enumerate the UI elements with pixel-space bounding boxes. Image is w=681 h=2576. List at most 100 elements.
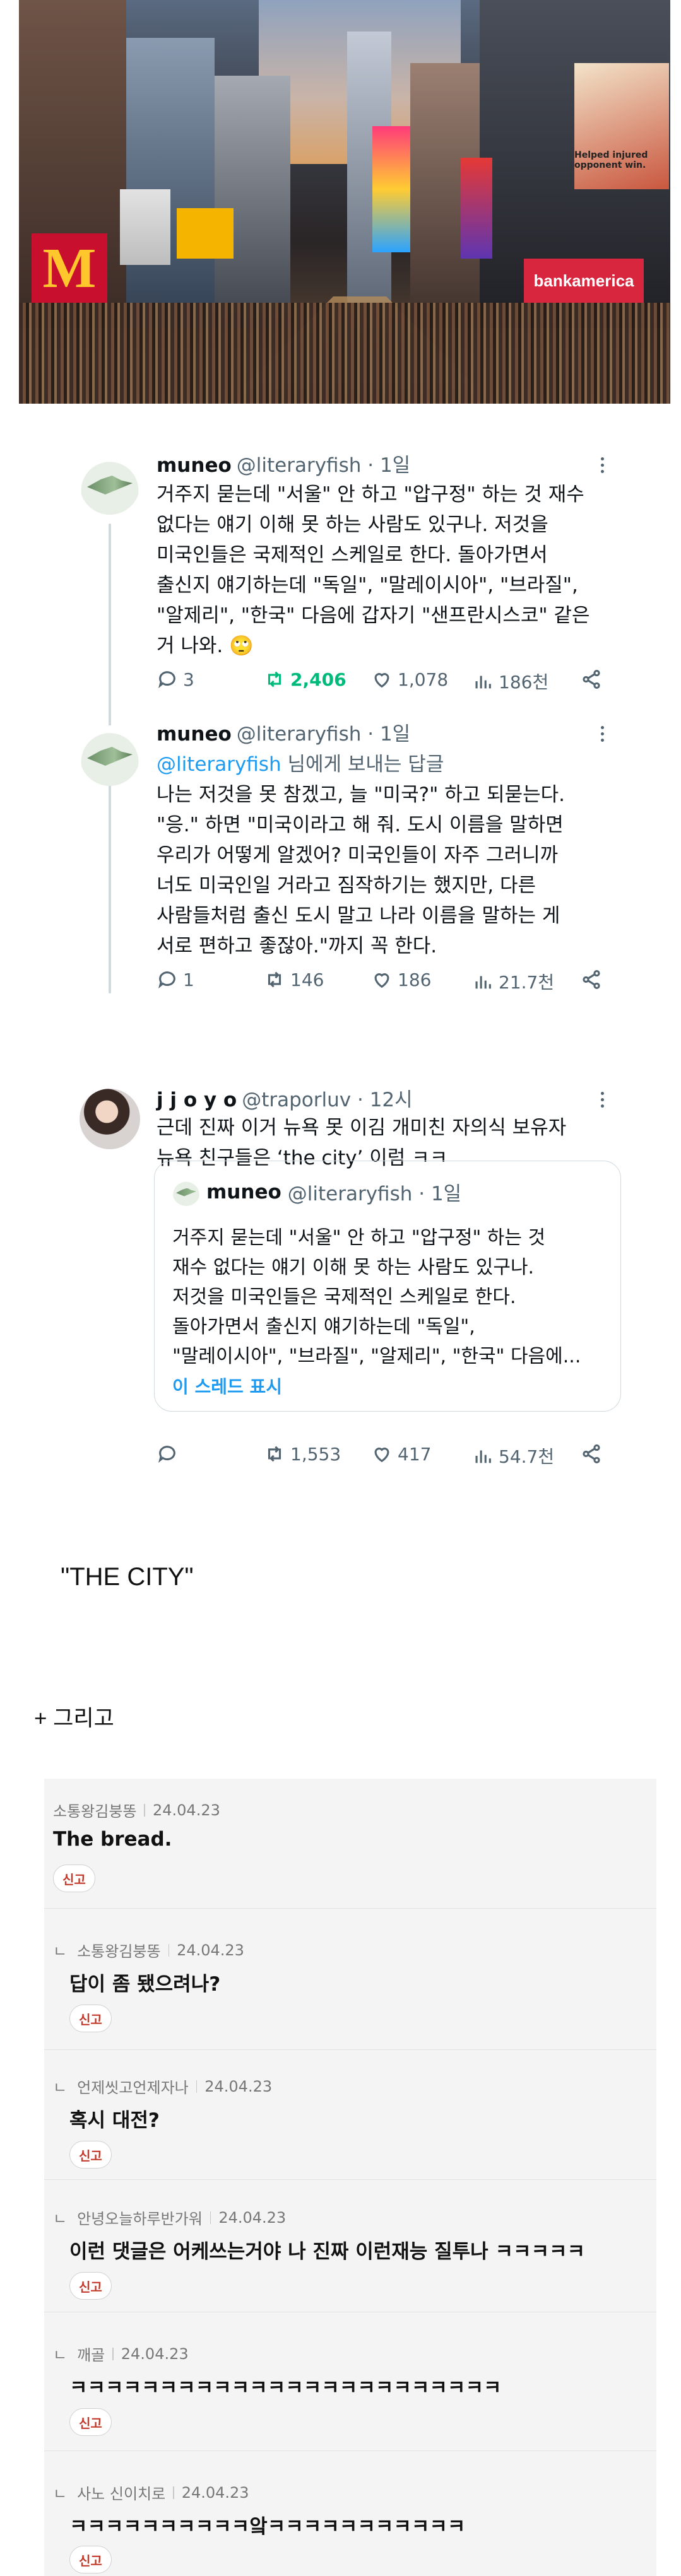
display-name[interactable]: muneo xyxy=(157,454,232,477)
billboard-ad xyxy=(461,158,492,259)
display-name[interactable]: j j o y o xyxy=(157,1089,237,1111)
share-button[interactable] xyxy=(581,669,602,690)
reply-button[interactable]: 3 xyxy=(157,669,194,690)
retweet-count: 1,553 xyxy=(290,1443,341,1465)
retweet-button[interactable]: 1,553 xyxy=(264,1443,341,1465)
more-icon[interactable] xyxy=(596,1089,608,1111)
user-handle: @literaryfish · 1일 xyxy=(287,1183,462,1205)
comment-reply: ㄴ 언제씻고언제자나 24.04.23 혹시 대전? 신고 xyxy=(44,2050,656,2180)
tweet-text: 거주지 묻는데 "서울" 안 하고 "압구정" 하는 것 재수 없다는 얘기 이… xyxy=(157,483,590,657)
retweet-icon xyxy=(268,671,281,688)
retweet-count: 146 xyxy=(290,969,324,990)
comment-text: ㅋㅋㅋㅋㅋㅋㅋㅋㅋㅋ앜ㅋㅋㅋㅋㅋㅋㅋㅋㅋㅋㅋ xyxy=(69,2515,466,2538)
share-icon xyxy=(583,969,600,990)
share-icon xyxy=(583,1444,600,1464)
user-handle[interactable]: @literaryfish · 1일 xyxy=(237,454,410,477)
comment-author[interactable]: 소통왕김붕똥 xyxy=(53,1799,136,1821)
views-button[interactable]: 54.7천 xyxy=(472,1443,554,1468)
comment-meta: ㄴ 깨골 24.04.23 xyxy=(53,2343,189,2365)
mcdonalds-sign: M xyxy=(32,233,107,303)
quote-text: 거주지 묻는데 "서울" 안 하고 "압구정" 하는 것 재수 없다는 얘기 이… xyxy=(172,1227,581,1367)
tweet-actions: 3 2,406 1,078 186천 xyxy=(157,669,611,694)
report-button[interactable]: 신고 xyxy=(69,2408,112,2436)
comment-list: 소통왕김붕똥 24.04.23 The bread. 신고 ㄴ 소통왕김붕똥 24.0… xyxy=(44,1779,656,2576)
retweet-button[interactable]: 146 xyxy=(264,969,324,990)
comment-author[interactable]: 깨골 xyxy=(77,2343,105,2365)
tweet-actions: 1 146 186 21.7천 xyxy=(157,969,611,994)
more-icon[interactable] xyxy=(596,723,608,745)
reply-button[interactable] xyxy=(157,1443,183,1465)
share-button[interactable] xyxy=(581,969,602,990)
tweet-header: j j o y o @traporluv · 12시 xyxy=(157,1084,413,1112)
comment-author[interactable]: 언제씻고언제자나 xyxy=(77,2075,189,2097)
comment-date: 24.04.23 xyxy=(121,2345,189,2363)
report-button[interactable]: 신고 xyxy=(69,2546,112,2573)
comment-text: The bread. xyxy=(53,1828,172,1851)
user-handle[interactable]: @traporluv · 12시 xyxy=(242,1089,412,1111)
comment-date: 24.04.23 xyxy=(152,1801,220,1819)
user-handle[interactable]: @literaryfish · 1일 xyxy=(237,723,410,746)
quoted-tweet[interactable]: muneo @literaryfish · 1일 거주지 묻는데 "서울" 안 … xyxy=(154,1161,621,1412)
views-button[interactable]: 21.7천 xyxy=(472,969,554,994)
tweet-actions: 1,553 417 54.7천 xyxy=(157,1443,611,1468)
reply-arrow-icon: ㄴ xyxy=(53,1943,68,1960)
comment-date: 24.04.23 xyxy=(218,2208,287,2227)
analytics-icon xyxy=(475,676,491,689)
like-button[interactable]: 186 xyxy=(371,969,431,990)
views-button[interactable]: 186천 xyxy=(472,669,548,694)
report-button[interactable]: 신고 xyxy=(69,2272,112,2300)
comment-author[interactable]: 안녕오늘하루반가워 xyxy=(77,2206,203,2228)
billboard-ad xyxy=(372,126,410,252)
show-thread-link[interactable]: 이 스레드 표시 xyxy=(172,1373,282,1398)
report-button[interactable]: 신고 xyxy=(69,2005,112,2032)
reply-icon xyxy=(158,1446,175,1463)
billboard-ad xyxy=(177,208,234,259)
comment-text: 혹시 대전? xyxy=(69,2109,160,2132)
share-button[interactable] xyxy=(581,1443,602,1465)
avatar[interactable] xyxy=(80,454,140,515)
fish-icon xyxy=(176,1188,196,1197)
display-name: muneo xyxy=(206,1180,281,1203)
fish-icon xyxy=(87,747,133,766)
comment-author[interactable]: 사노 신이치로 xyxy=(77,2481,165,2503)
like-button[interactable]: 1,078 xyxy=(371,669,448,690)
quote-header: muneo @literaryfish · 1일 xyxy=(172,1178,461,1206)
reply-icon xyxy=(158,671,175,689)
comment-meta: ㄴ 소통왕김붕똥 24.04.23 xyxy=(53,1939,244,1961)
report-button[interactable]: 신고 xyxy=(53,1865,95,1892)
reply-arrow-icon: ㄴ xyxy=(53,2485,68,2503)
comment-text: 답이 좀 됐으려나? xyxy=(69,1973,221,1996)
heart-icon xyxy=(374,673,389,688)
mention-link[interactable]: @literaryfish xyxy=(157,753,281,776)
reply-count: 3 xyxy=(183,669,194,690)
tweet-text: 나는 저것을 못 참겠고, 늘 "미국?" 하고 되묻는다. "응." 하면 "… xyxy=(157,783,566,957)
analytics-icon xyxy=(475,976,491,989)
comment-reply: ㄴ 안녕오늘하루반가워 24.04.23 이런 댓글은 어케쓰는거야 나 진짜 이런… xyxy=(44,2180,656,2312)
heart-icon xyxy=(374,1448,389,1463)
retweet-count: 2,406 xyxy=(290,669,346,690)
display-name[interactable]: muneo xyxy=(157,723,232,746)
view-count: 186천 xyxy=(499,672,549,693)
reply-context: @literaryfish 님에게 보내는 답글 xyxy=(157,748,444,776)
reply-arrow-icon: ㄴ xyxy=(53,2079,68,2097)
like-count: 186 xyxy=(398,969,432,990)
comment-reply: ㄴ 소통왕김붕똥 24.04.23 답이 좀 됐으려나? 신고 xyxy=(44,1909,656,2050)
comment-author[interactable]: 소통왕김붕똥 xyxy=(77,1939,160,1961)
view-count: 54.7천 xyxy=(499,1446,555,1467)
retweet-button[interactable]: 2,406 xyxy=(264,669,346,690)
retweet-icon xyxy=(268,971,281,988)
times-square-photo: M bankamerica Helped injured opponent wi… xyxy=(19,0,670,404)
reply-context-label: 님에게 보내는 답글 xyxy=(281,753,444,776)
reply-arrow-icon: ㄴ xyxy=(53,2210,68,2228)
report-button[interactable]: 신고 xyxy=(69,2141,112,2169)
avatar[interactable] xyxy=(80,1089,140,1149)
share-icon xyxy=(583,669,600,689)
billboard-ad xyxy=(120,189,170,265)
like-count: 417 xyxy=(398,1443,432,1465)
more-icon[interactable] xyxy=(596,454,608,476)
reply-count: 1 xyxy=(183,969,194,990)
avatar[interactable] xyxy=(80,725,140,786)
like-button[interactable]: 417 xyxy=(371,1443,431,1465)
reply-button[interactable]: 1 xyxy=(157,969,194,990)
analytics-icon xyxy=(475,1450,491,1463)
